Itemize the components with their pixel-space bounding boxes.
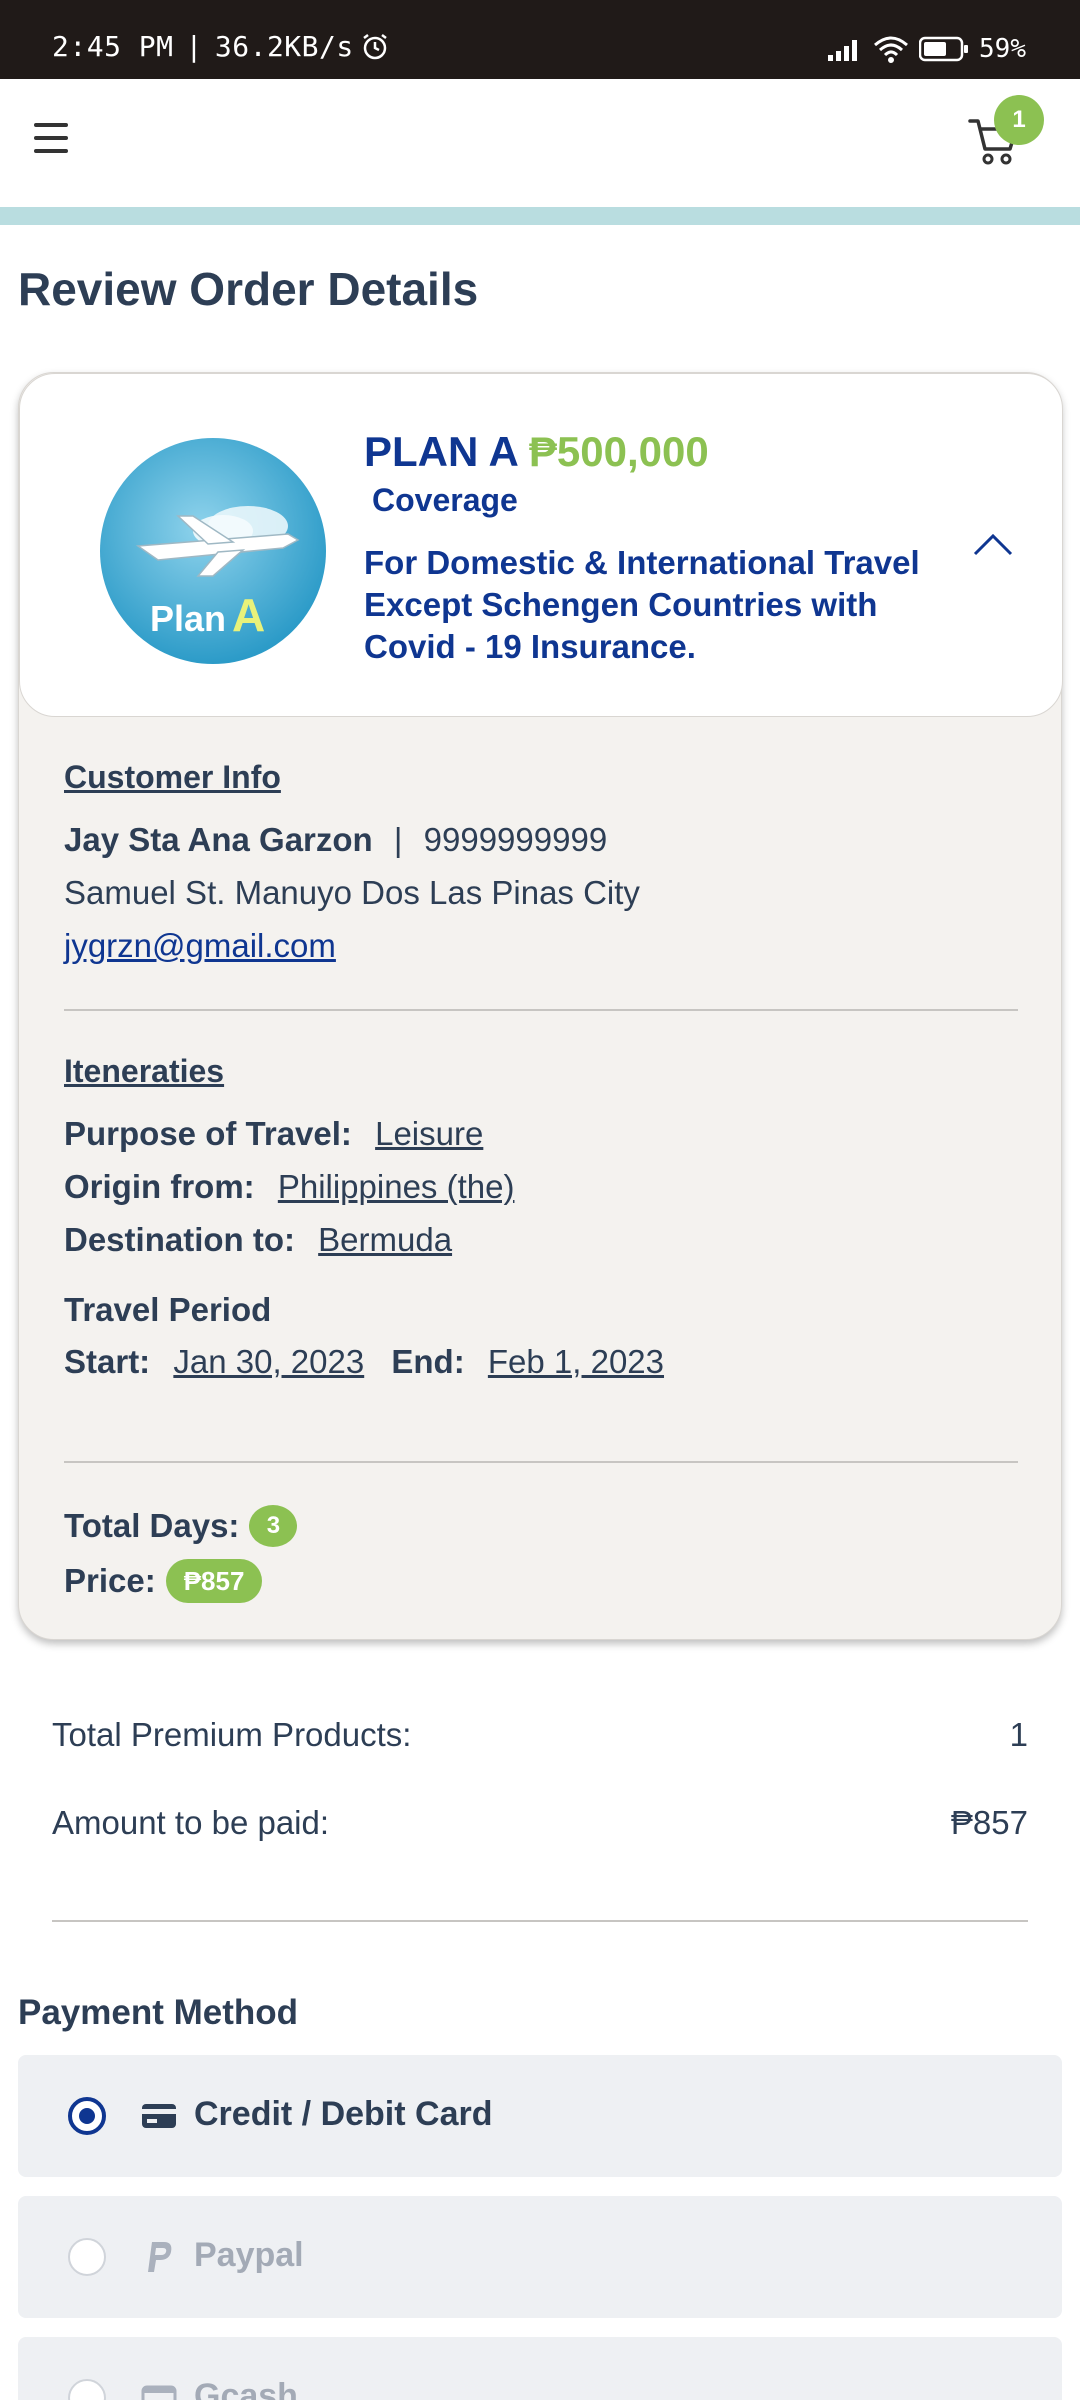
status-separator: | [185,30,203,63]
total-products-label: Total Premium Products: [52,1716,412,1753]
travel-period-label: Travel Period [64,1291,272,1328]
status-right: 59% [827,34,1026,64]
menu-icon-line [34,123,68,127]
paypal-label: Paypal [194,2236,304,2274]
total-days-row: Total Days: 3 [64,1505,298,1547]
paypal-radio[interactable] [68,2238,106,2276]
destination-label: Destination to: [64,1221,295,1258]
header-divider [0,207,1080,225]
amount-due-label: Amount to be paid: [52,1804,330,1841]
payment-method-heading: Payment Method [18,1993,299,2032]
name-phone-separator: | [393,821,403,858]
divider [64,1461,1018,1463]
cart-count-badge: 1 [994,95,1044,145]
card-label: Credit / Debit Card [194,2095,493,2133]
plan-coverage: Coverage [372,482,518,518]
wifi-icon [874,36,909,63]
purpose-value: Leisure [375,1115,484,1152]
itinerary-heading: Iteneraties [64,1053,225,1089]
signal-icon [828,40,858,61]
start-label: Start: [64,1343,151,1380]
divider [52,1920,1028,1922]
total-days-badge: 3 [249,1505,298,1547]
plan-logo-letter: A [232,589,266,641]
customer-address: Samuel St. Manuyo Dos Las Pinas City [64,874,640,911]
paypal-icon [148,2242,172,2272]
purpose-row: Purpose of Travel: Leisure [64,1115,483,1153]
divider [64,1009,1018,1011]
battery-percent: 59% [979,34,1026,64]
app-header: 1 [0,79,1080,207]
plan-title: PLAN A ₱500,000 [364,428,709,476]
total-products-row: Total Premium Products: 1 [52,1716,1028,1754]
end-date: Feb 1, 2023 [487,1343,665,1380]
status-time: 2:45 PM [52,30,174,63]
plan-summary[interactable]: Plan A PLAN A ₱500,000 Coverage For Dome… [19,373,1063,717]
end-label: End: [391,1343,465,1380]
total-days-label: Total Days: [64,1507,240,1544]
payment-option-paypal[interactable]: Paypal [18,2196,1062,2318]
status-left: 2:45 PM | 36.2KB/s [52,30,390,63]
status-bar: 2:45 PM | 36.2KB/s 59% [0,0,1080,79]
menu-icon-line [34,136,68,140]
plan-description: For Domestic & International Travel Exce… [364,544,920,665]
amount-due-row: Amount to be paid: ₱857 [52,1804,1028,1842]
gcash-radio[interactable] [68,2379,106,2400]
alarm-icon [362,33,387,59]
customer-info-heading: Customer Info [64,759,281,795]
plan-logo-text: Plan [150,598,227,639]
customer-info-section: Customer Info [64,759,281,796]
destination-value: Bermuda [318,1221,453,1258]
battery-icon [919,36,969,62]
plan-name: PLAN A [364,428,518,475]
payment-option-card[interactable]: Credit / Debit Card [18,2055,1062,2177]
menu-icon-line [34,149,68,153]
origin-row: Origin from: Philippines (the) [64,1168,514,1206]
menu-button[interactable] [34,123,70,163]
gcash-label: Gcash [194,2377,298,2400]
plan-amount: ₱500,000 [528,428,709,475]
price-row: Price: ₱857 [64,1559,263,1603]
status-speed: 36.2KB/s [214,30,354,63]
start-date: Jan 30, 2023 [173,1343,365,1380]
origin-label: Origin from: [64,1168,255,1205]
purpose-label: Purpose of Travel: [64,1115,352,1152]
gcash-icon [141,2385,177,2400]
customer-name-row: Jay Sta Ana Garzon | 9999999999 [64,821,607,859]
order-card: Plan A PLAN A ₱500,000 Coverage For Dome… [18,372,1063,1640]
customer-phone: 9999999999 [423,821,608,858]
total-products-value: 1 [1009,1716,1028,1753]
page-title: Review Order Details [18,263,479,315]
price-label: Price: [64,1562,156,1599]
credit-card-icon [142,2104,176,2128]
customer-name: Jay Sta Ana Garzon [64,821,373,858]
customer-email-link[interactable]: jygrzn@gmail.com [64,927,336,964]
card-radio[interactable] [68,2097,106,2135]
price-badge: ₱857 [165,1559,263,1603]
travel-dates-row: Start: Jan 30, 2023 End: Feb 1, 2023 [64,1343,664,1381]
chevron-up-icon[interactable] [972,530,1014,560]
destination-row: Destination to: Bermuda [64,1221,452,1259]
origin-value: Philippines (the) [277,1168,515,1205]
amount-due-value: ₱857 [950,1804,1028,1841]
payment-option-gcash[interactable]: Gcash [18,2337,1062,2400]
